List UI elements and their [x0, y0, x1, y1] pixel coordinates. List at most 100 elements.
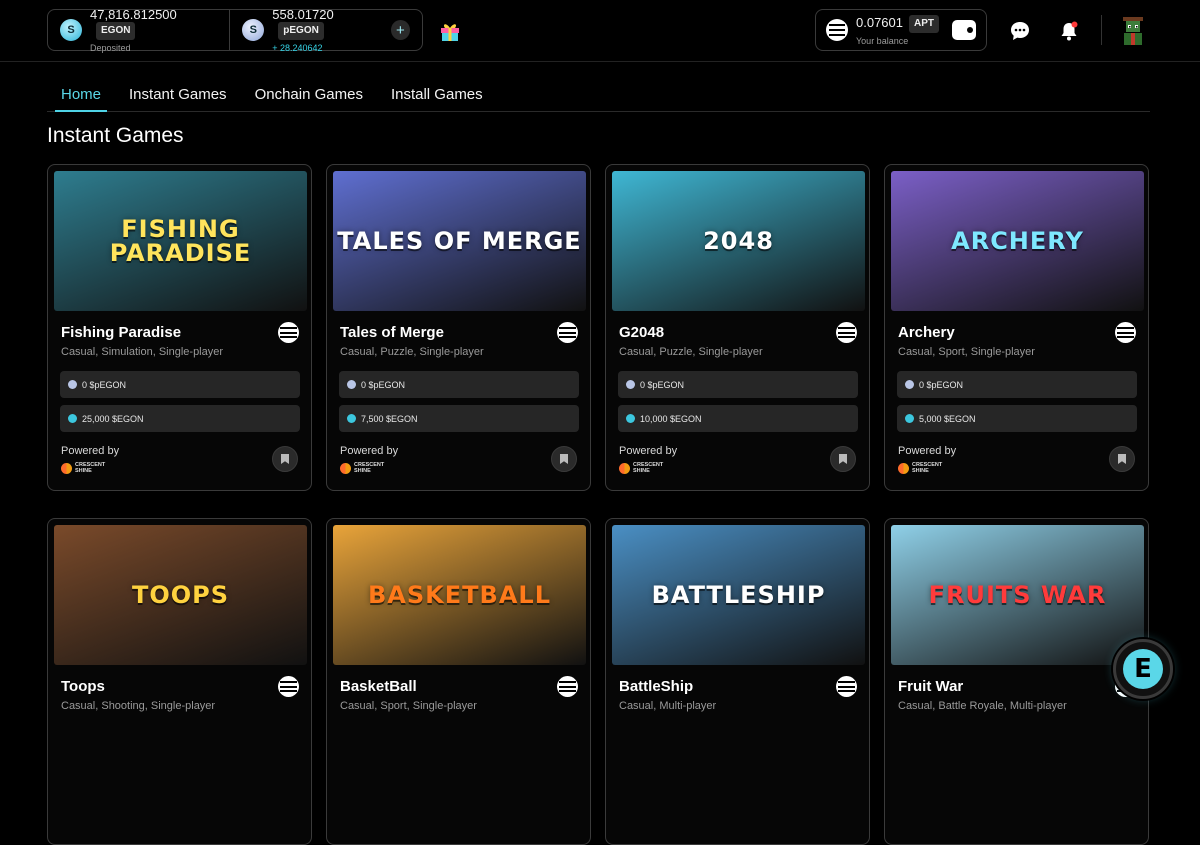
game-genres: Casual, Sport, Single-player	[340, 700, 477, 712]
apt-balance: 0.07601 APT Your balance	[815, 9, 987, 51]
game-card[interactable]: FISHING PARADISE Fishing Paradise Casual, …	[47, 164, 312, 491]
studio-logo: CRESCENT SHINE	[619, 462, 673, 474]
pegon-reward-pill: 0 $pEGON	[339, 371, 579, 398]
game-logo: TOOPS	[131, 581, 230, 609]
pegon-reward-pill: 0 $pEGON	[60, 371, 300, 398]
aptos-network-icon	[836, 322, 857, 343]
game-thumbnail[interactable]: TALES OF MERGE	[333, 171, 586, 311]
egon-tag: EGON	[96, 21, 136, 40]
egon-reward: 10,000 $EGON	[640, 413, 702, 424]
egon-reward-pill: 25,000 $EGON	[60, 405, 300, 432]
pegon-coin-icon	[347, 380, 356, 389]
pegon-amount: 558.01720	[272, 6, 334, 22]
powered-by-label: Powered by	[340, 445, 399, 457]
game-logo: BATTLESHIP	[651, 581, 826, 609]
game-title[interactable]: Tales of Merge	[340, 324, 444, 341]
crescent-sun-icon	[61, 462, 72, 474]
game-title[interactable]: Archery	[898, 324, 955, 341]
egon-coin-icon	[626, 414, 635, 423]
studio-name: CRESCENT SHINE	[633, 462, 664, 474]
apt-tag: APT	[909, 14, 939, 33]
game-logo: TALES OF MERGE	[337, 227, 582, 255]
egon-reward: 25,000 $EGON	[82, 413, 144, 424]
game-card[interactable]: BATTLESHIP BattleShip Casual, Multi-player	[605, 518, 870, 845]
game-logo: 2048	[703, 227, 774, 255]
bookmark-icon	[839, 454, 847, 464]
aptos-network-icon	[557, 676, 578, 697]
apt-sub: Your balance	[856, 35, 909, 46]
bookmark-button[interactable]	[830, 446, 856, 472]
game-thumbnail[interactable]: BASKETBALL	[333, 525, 586, 665]
game-card[interactable]: 2048 G2048 Casual, Puzzle, Single-player 0 …	[605, 164, 870, 491]
egon-coin-icon	[68, 414, 77, 423]
aptos-network-icon	[1115, 322, 1136, 343]
bookmark-button[interactable]	[1109, 446, 1135, 472]
game-genres: Casual, Multi-player	[619, 700, 717, 712]
game-logo: ARCHERY	[951, 227, 1084, 255]
pegon-reward: 0 $pEGON	[361, 379, 406, 390]
aptos-network-icon	[278, 676, 299, 697]
gift-icon[interactable]	[439, 20, 461, 42]
game-thumbnail[interactable]: 2048	[612, 171, 865, 311]
tab-instant-games[interactable]: Instant Games	[115, 72, 241, 112]
egon-reward-pill: 7,500 $EGON	[339, 405, 579, 432]
game-thumbnail[interactable]: TOOPS	[54, 525, 307, 665]
powered-by-label: Powered by	[619, 445, 678, 457]
tab-install-games[interactable]: Install Games	[377, 72, 497, 112]
egon-sub: Deposited	[90, 42, 131, 53]
aptos-network-icon	[836, 676, 857, 697]
game-card[interactable]: TALES OF MERGE Tales of Merge Casual, Puzz…	[326, 164, 591, 491]
pegon-coin-icon	[905, 380, 914, 389]
game-title[interactable]: BattleShip	[619, 678, 693, 695]
studio-logo: CRESCENT SHINE	[898, 462, 952, 474]
tab-onchain-games[interactable]: Onchain Games	[241, 72, 377, 112]
pegon-reward: 0 $pEGON	[82, 379, 127, 390]
egon-reward: 7,500 $EGON	[361, 413, 418, 424]
game-genres: Casual, Puzzle, Single-player	[340, 346, 484, 358]
bookmark-button[interactable]	[551, 446, 577, 472]
game-title[interactable]: G2048	[619, 324, 664, 341]
studio-name: CRESCENT SHINE	[912, 462, 943, 474]
game-grid: FISHING PARADISE Fishing Paradise Casual, …	[47, 164, 1150, 845]
aptos-network-icon	[278, 322, 299, 343]
bookmark-icon	[1118, 454, 1126, 464]
pegon-reward: 0 $pEGON	[919, 379, 964, 390]
game-card[interactable]: ARCHERY Archery Casual, Sport, Single-play…	[884, 164, 1149, 491]
pegon-sub: + 28.240642	[272, 42, 323, 53]
game-thumbnail[interactable]: FRUITS WAR	[891, 525, 1144, 665]
game-title[interactable]: BasketBall	[340, 678, 417, 695]
egon-amount: 47,816.812500	[90, 6, 177, 22]
egon-assistant-button[interactable]: E	[1113, 639, 1173, 699]
crescent-sun-icon	[619, 462, 630, 474]
chat-icon[interactable]	[1009, 20, 1031, 42]
egon-reward: 5,000 $EGON	[919, 413, 976, 424]
game-thumbnail[interactable]: FISHING PARADISE	[54, 171, 307, 311]
game-title[interactable]: Fishing Paradise	[61, 324, 181, 341]
game-thumbnail[interactable]: BATTLESHIP	[612, 525, 865, 665]
game-logo: BASKETBALL	[368, 581, 551, 609]
bookmark-icon	[281, 454, 289, 464]
game-thumbnail[interactable]: ARCHERY	[891, 171, 1144, 311]
game-title[interactable]: Toops	[61, 678, 105, 695]
bookmark-icon	[560, 454, 568, 464]
tab-home[interactable]: Home	[47, 72, 115, 112]
egon-balance[interactable]: S 47,816.812500EGON Deposited	[48, 6, 229, 53]
game-logo: FRUITS WAR	[928, 581, 1107, 609]
section-title: Instant Games	[47, 124, 184, 147]
game-genres: Casual, Sport, Single-player	[898, 346, 1035, 358]
pegon-reward: 0 $pEGON	[640, 379, 685, 390]
pegon-balance[interactable]: S 558.01720pEGON + 28.240642 +	[229, 6, 422, 53]
crescent-sun-icon	[898, 462, 909, 474]
game-card[interactable]: TOOPS Toops Casual, Shooting, Single-playe…	[47, 518, 312, 845]
avatar[interactable]	[1119, 15, 1147, 47]
game-card[interactable]: BASKETBALL BasketBall Casual, Sport, Singl…	[326, 518, 591, 845]
pegon-reward-pill: 0 $pEGON	[618, 371, 858, 398]
bell-icon[interactable]	[1058, 20, 1080, 42]
pegon-coin-icon	[626, 380, 635, 389]
wallet-icon[interactable]	[952, 20, 976, 40]
game-card[interactable]: FRUITS WAR Fruit War Casual, Battle Royale…	[884, 518, 1149, 845]
powered-by-label: Powered by	[61, 445, 120, 457]
bookmark-button[interactable]	[272, 446, 298, 472]
add-pegon-button[interactable]: +	[390, 20, 410, 40]
game-title[interactable]: Fruit War	[898, 678, 963, 695]
